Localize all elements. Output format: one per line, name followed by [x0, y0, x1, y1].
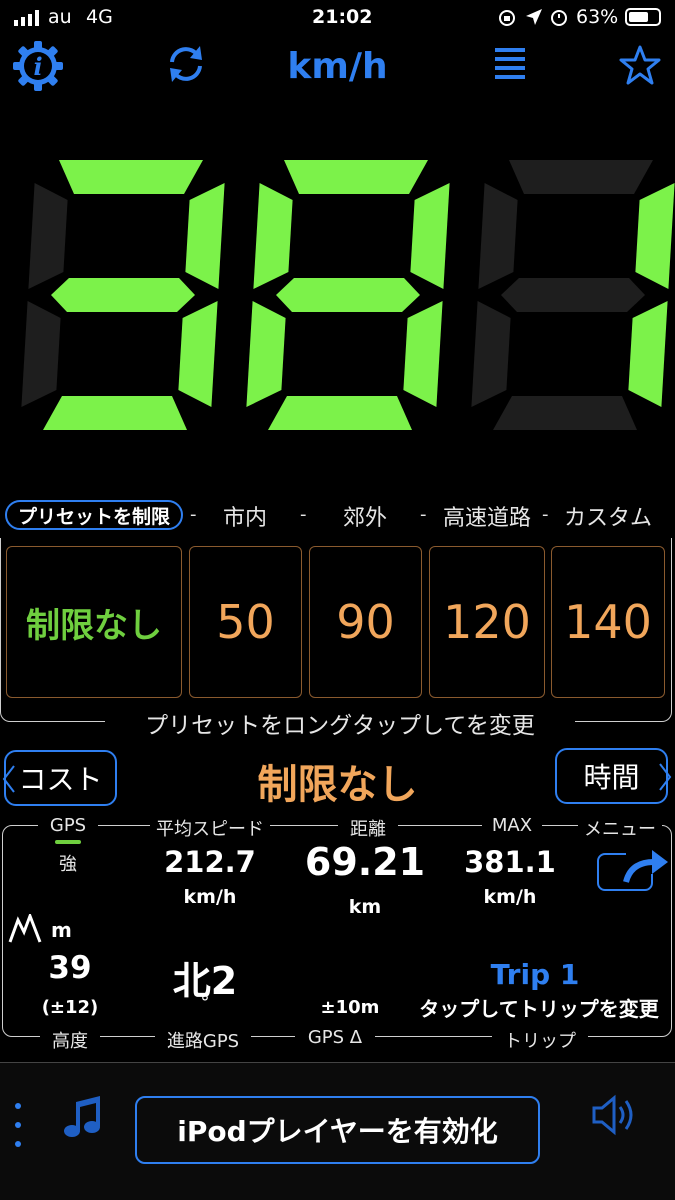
avg-speed-unit: km/h	[183, 886, 237, 908]
star-icon[interactable]	[618, 44, 662, 86]
digit-1-segment-c	[178, 301, 218, 407]
chevron-left-icon	[2, 765, 15, 793]
alarm-icon	[551, 10, 567, 26]
digit-3-segment-b	[635, 183, 675, 289]
preset-value: 50	[216, 595, 275, 649]
current-limit-label: 制限なし	[257, 762, 418, 808]
digit-2-segment-g	[276, 278, 420, 312]
menu-label: メニュー	[578, 815, 662, 841]
avg-speed-label: 平均スピード	[150, 815, 270, 841]
avg-speed-value: 212.7	[164, 845, 256, 879]
tab-separator: -	[190, 504, 197, 525]
preset-hint: プリセットをロングタップしてを変更	[105, 706, 575, 740]
speed-unit-title[interactable]: km/h	[0, 46, 675, 87]
gps-strength: 強	[59, 854, 77, 875]
digit-3-segment-c	[628, 301, 668, 407]
tab-city[interactable]: 市内	[205, 500, 285, 531]
battery-icon	[625, 8, 661, 26]
music-note-icon[interactable]	[62, 1094, 104, 1140]
network-label: 4G	[86, 6, 113, 28]
digit-1-segment-d	[43, 396, 187, 430]
orientation-lock-icon	[499, 10, 515, 26]
distance-unit: km	[348, 896, 382, 918]
enable-ipod-player-label: iPodプレイヤーを有効化	[177, 1115, 498, 1148]
tab-custom[interactable]: カスタム	[557, 500, 659, 531]
tab-separator: -	[420, 504, 427, 525]
status-bar: au 4G 21:02 63%	[0, 0, 675, 36]
digit-2-segment-d	[268, 396, 412, 430]
share-icon[interactable]	[596, 846, 670, 892]
digit-2-segment-f	[253, 183, 293, 289]
cost-button-label: コスト	[18, 763, 103, 796]
digit-1-segment-b	[185, 183, 225, 289]
time-button[interactable]: 時間	[555, 748, 672, 804]
cost-button[interactable]: コスト	[2, 750, 117, 806]
menu-list-icon[interactable]	[494, 44, 526, 84]
tab-separator: -	[542, 504, 549, 525]
digit-3-segment-e	[471, 301, 511, 407]
location-arrow-icon	[526, 9, 542, 25]
digit-1-segment-e	[21, 301, 61, 407]
preset-box-140[interactable]: 140	[551, 546, 665, 698]
heading-label: 進路GPS	[155, 1027, 251, 1053]
enable-ipod-player-button[interactable]: iPodプレイヤーを有効化	[135, 1096, 540, 1164]
chevron-right-icon	[659, 763, 672, 791]
digit-2-segment-e	[246, 301, 286, 407]
altitude-accuracy: (±12)	[41, 997, 99, 1018]
preset-box-90[interactable]: 90	[309, 546, 422, 698]
distance-label: 距離	[338, 815, 398, 841]
digit-1-segment-f	[28, 183, 68, 289]
gps-label: GPS	[38, 815, 98, 836]
digit-3-segment-g	[501, 278, 645, 312]
distance-value: 69.21	[304, 840, 426, 884]
digit-3-segment-a	[509, 160, 653, 194]
mountain-icon	[8, 914, 42, 943]
digit-2-segment-b	[410, 183, 450, 289]
max-speed-value: 381.1	[464, 845, 556, 879]
preset-value: 140	[564, 595, 652, 649]
trip-hint[interactable]: タップしてトリップを変更	[410, 993, 668, 1022]
altitude-value: 39	[48, 950, 92, 986]
preset-no-limit-label: 制限なし	[26, 605, 162, 646]
preset-box-120[interactable]: 120	[429, 546, 545, 698]
trip-label: トリップ	[492, 1027, 588, 1053]
preset-value: 120	[443, 595, 531, 649]
max-speed-unit: km/h	[483, 886, 537, 908]
speaker-icon[interactable]	[588, 1090, 638, 1140]
carrier-label: au	[48, 6, 72, 28]
preset-value: 90	[336, 595, 395, 649]
tab-separator: -	[300, 504, 307, 525]
tab-highway[interactable]: 高速道路	[437, 500, 537, 531]
heading-unit: °	[200, 992, 210, 1013]
digit-2-segment-c	[403, 301, 443, 407]
digit-1-segment-g	[51, 278, 195, 312]
trip-name[interactable]: Trip 1	[460, 958, 610, 991]
battery-label: 63%	[576, 6, 619, 28]
altitude-unit: m	[51, 918, 72, 942]
digit-3-segment-d	[493, 396, 637, 430]
gps-strength-bar	[55, 840, 81, 844]
digit-1-segment-a	[59, 160, 203, 194]
signal-icon	[14, 10, 39, 26]
preset-limit-button[interactable]: プリセットを制限	[5, 500, 183, 530]
gps-accuracy-value: ±10m	[320, 997, 380, 1018]
gps-delta-label: GPS Δ	[295, 1027, 375, 1048]
clock: 21:02	[312, 6, 373, 28]
speed-display	[21, 160, 675, 430]
digit-3-segment-f	[478, 183, 518, 289]
max-label: MAX	[482, 815, 542, 836]
altitude-label: 高度	[40, 1027, 100, 1053]
tab-suburb[interactable]: 郊外	[325, 500, 405, 531]
time-button-label: 時間	[583, 761, 640, 794]
preset-box-no-limit[interactable]: 制限なし	[6, 546, 182, 698]
digit-2-segment-a	[284, 160, 428, 194]
more-dots-icon[interactable]	[12, 1100, 24, 1150]
preset-box-50[interactable]: 50	[189, 546, 302, 698]
